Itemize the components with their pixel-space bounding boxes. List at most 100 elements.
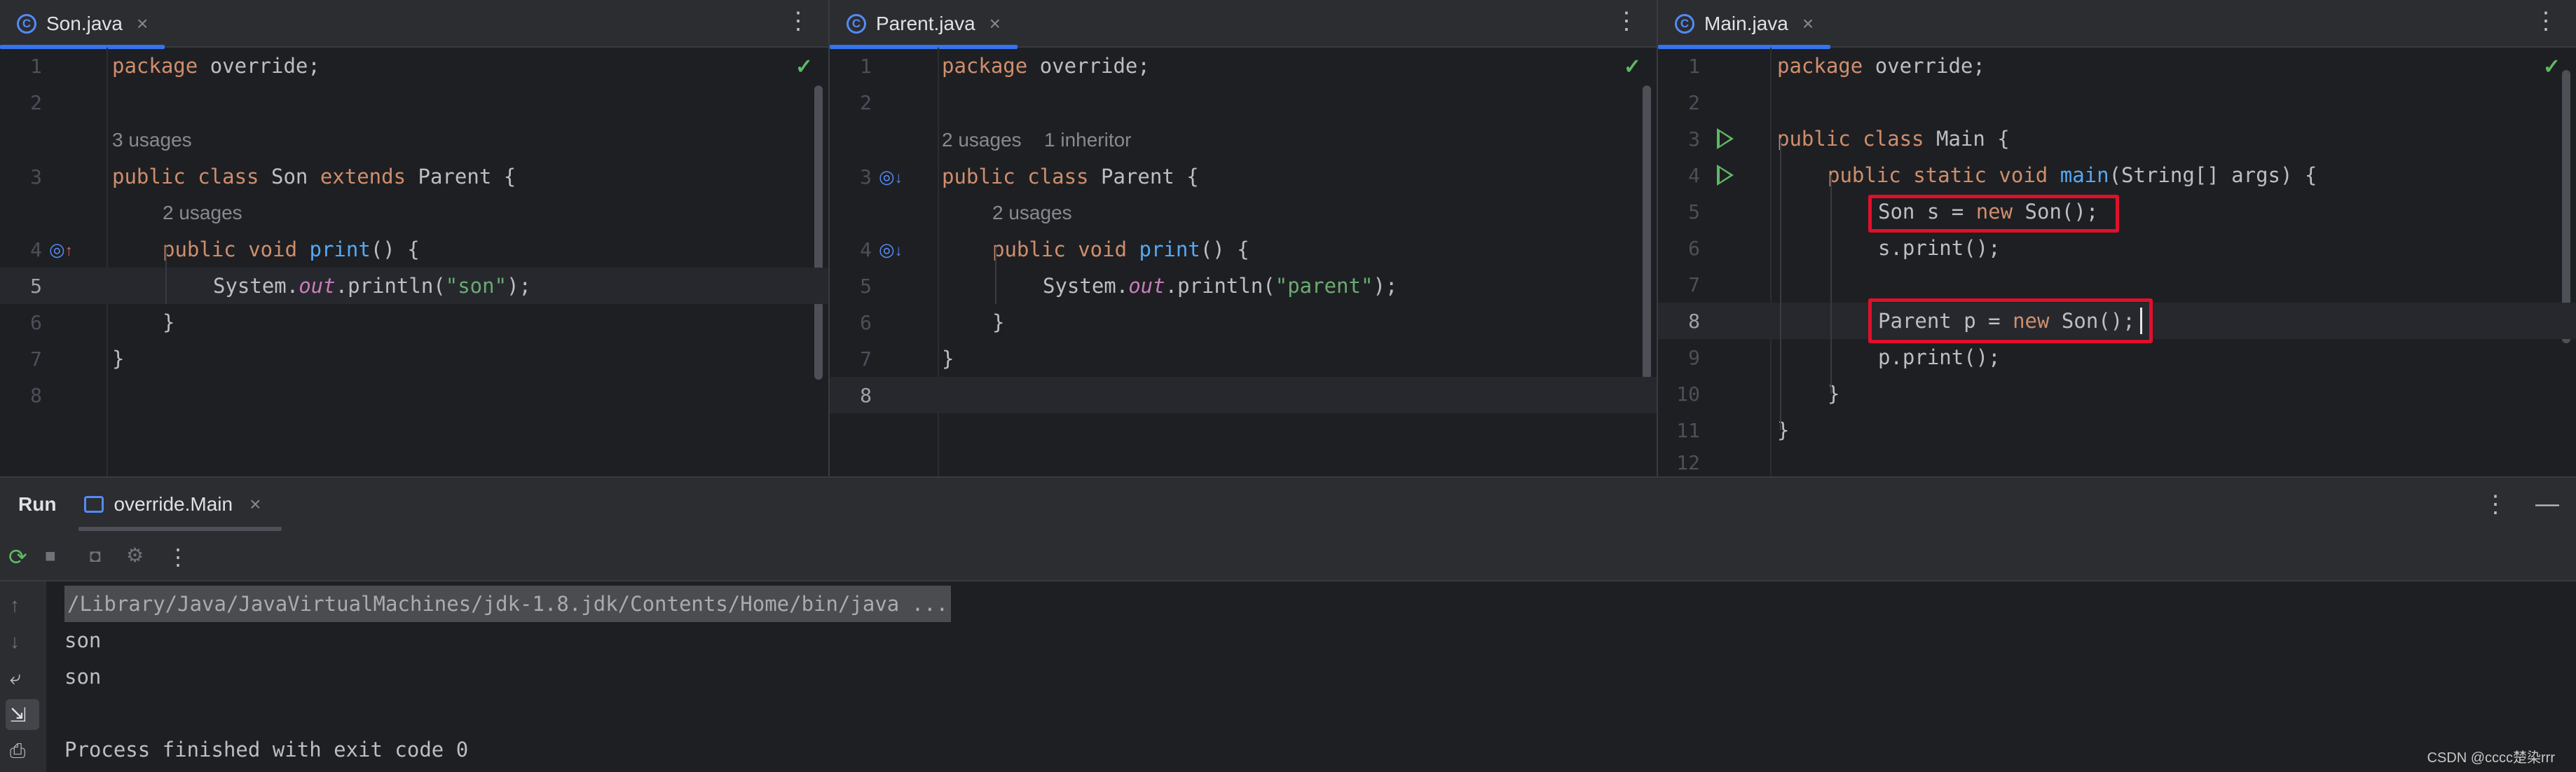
usages-hint[interactable]: 2 usages bbox=[163, 202, 242, 224]
code-line: 3 ◎↓ public class Parent { bbox=[830, 158, 1657, 195]
indent-guide bbox=[165, 247, 167, 304]
code-text: System.out.println("parent"); bbox=[1043, 274, 1398, 298]
line-number: 3 bbox=[30, 165, 42, 188]
watermark: CSDN @cccc楚染rrr bbox=[2427, 750, 2555, 766]
stop-icon[interactable]: ■ bbox=[45, 545, 56, 567]
code-line-current: 8 bbox=[830, 377, 1657, 413]
code-line: 7 } bbox=[0, 340, 828, 377]
console-command-line[interactable]: /Library/Java/JavaVirtualMachines/jdk-1.… bbox=[64, 586, 952, 622]
class-icon: C bbox=[847, 14, 866, 34]
code-line: 10 } bbox=[1658, 375, 2576, 412]
code-line: 3 public class Main { bbox=[1658, 120, 2576, 157]
code-line: 4 public static void main(String[] args)… bbox=[1658, 157, 2576, 193]
code-line: 8 bbox=[0, 377, 828, 413]
line-number: 8 bbox=[860, 383, 872, 407]
code-text: } bbox=[112, 347, 125, 371]
line-number: 5 bbox=[30, 274, 42, 298]
run-title[interactable]: Run bbox=[18, 493, 56, 516]
code-editor[interactable]: 1 package override; 2 3 usages 3 public … bbox=[0, 48, 828, 476]
run-class-icon[interactable] bbox=[1717, 128, 1734, 149]
line-number: 3 bbox=[860, 165, 872, 188]
code-line: 1 package override; bbox=[1658, 48, 2576, 84]
text-caret bbox=[2140, 308, 2142, 334]
line-number: 7 bbox=[30, 347, 42, 371]
run-toolbar: ⟳ ■ ◘ ⚙ ⋮ bbox=[0, 531, 2576, 581]
tab-main-java[interactable]: C Main.java × bbox=[1658, 0, 1831, 49]
code-line: 7 } bbox=[830, 340, 1657, 377]
run-main-icon[interactable] bbox=[1717, 165, 1734, 186]
more-options-icon[interactable]: ⋮ bbox=[167, 544, 189, 570]
indent-guide bbox=[1830, 175, 1832, 394]
more-options-icon[interactable]: ⋮ bbox=[2483, 490, 2507, 518]
code-text: } bbox=[992, 310, 1005, 334]
code-text: public class Parent { bbox=[942, 165, 1199, 188]
code-text: s.print(); bbox=[1878, 236, 2001, 260]
console-icon bbox=[84, 496, 104, 513]
line-number: 6 bbox=[30, 310, 42, 334]
code-text: } bbox=[1828, 382, 1840, 406]
down-arrow-icon[interactable]: ↓ bbox=[10, 630, 20, 653]
code-text: public void print() { bbox=[992, 237, 1249, 261]
line-number: 4 bbox=[30, 237, 42, 261]
highlight-box bbox=[1868, 195, 2119, 233]
code-line: 6 } bbox=[0, 304, 828, 340]
line-number: 4 bbox=[1688, 163, 1700, 187]
line-number: 10 bbox=[1676, 382, 1700, 406]
tab-son-java[interactable]: C Son.java × bbox=[0, 0, 165, 49]
close-icon[interactable]: × bbox=[249, 493, 261, 516]
overridden-in-icon[interactable]: ◎↓ bbox=[879, 239, 903, 261]
console-line: son bbox=[64, 665, 102, 689]
tab-label: Parent.java bbox=[876, 13, 975, 34]
close-icon[interactable]: × bbox=[137, 13, 148, 35]
code-editor[interactable]: 1 package override; 2 2 usages 1 inherit… bbox=[830, 48, 1657, 476]
code-editor[interactable]: 1 package override; 2 3 public class Mai… bbox=[1658, 48, 2576, 476]
line-number: 5 bbox=[860, 274, 872, 298]
editor-pane-main[interactable]: C Main.java × ⋮ ✓ 1 package override; 2 … bbox=[1658, 0, 2576, 476]
soft-wrap-icon[interactable]: ⤶ bbox=[10, 667, 21, 690]
editor-pane-son[interactable]: C Son.java × ⋮ ✓ 1 package override; 2 3… bbox=[0, 0, 830, 476]
tab-label: Main.java bbox=[1704, 13, 1788, 34]
scroll-to-end-icon[interactable]: ⇲ bbox=[10, 703, 26, 726]
code-text: System.out.println("son"); bbox=[213, 274, 531, 298]
implemented-in-icon[interactable]: ◎↓ bbox=[879, 166, 903, 188]
line-number: 5 bbox=[1688, 200, 1700, 223]
usages-hint[interactable]: 2 usages bbox=[942, 129, 1022, 151]
line-number: 8 bbox=[30, 383, 42, 407]
settings-icon[interactable]: ⚙ bbox=[126, 544, 144, 567]
line-number: 11 bbox=[1676, 418, 1700, 442]
inheritor-hint[interactable]: 1 inheritor bbox=[1044, 129, 1132, 151]
usages-hint[interactable]: 2 usages bbox=[992, 202, 1072, 224]
line-number: 1 bbox=[1688, 54, 1700, 78]
line-number: 6 bbox=[1688, 236, 1700, 260]
up-arrow-icon[interactable]: ↑ bbox=[10, 594, 20, 616]
more-options-icon[interactable]: ⋮ bbox=[786, 7, 810, 35]
tab-parent-java[interactable]: C Parent.java × bbox=[830, 0, 1018, 49]
editor-pane-parent[interactable]: C Parent.java × ⋮ ✓ 1 package override; … bbox=[830, 0, 1658, 476]
code-line: 2 bbox=[1658, 84, 2576, 120]
rerun-icon[interactable]: ⟳ bbox=[8, 544, 27, 570]
more-options-icon[interactable]: ⋮ bbox=[2534, 7, 2558, 35]
console-line: Process finished with exit code 0 bbox=[64, 738, 469, 761]
console-output[interactable]: /Library/Java/JavaVirtualMachines/jdk-1.… bbox=[64, 581, 2576, 772]
indent-guide bbox=[995, 247, 996, 304]
console-line: son bbox=[64, 628, 102, 652]
close-icon[interactable]: × bbox=[1802, 13, 1814, 35]
overrides-method-icon[interactable]: ◎↑ bbox=[49, 239, 73, 261]
code-line: 3 public class Son extends Parent { bbox=[0, 158, 828, 195]
print-icon[interactable]: ⎙ bbox=[10, 740, 25, 763]
code-line: 4 ◎↓ public void print() { bbox=[830, 231, 1657, 268]
minimize-icon[interactable]: — bbox=[2535, 490, 2559, 518]
editor-tabbar: C Son.java × bbox=[0, 0, 828, 49]
close-icon[interactable]: × bbox=[989, 13, 1001, 35]
code-line: 7 bbox=[1658, 266, 2576, 303]
more-options-icon[interactable]: ⋮ bbox=[1615, 7, 1638, 35]
code-line: 1 package override; bbox=[830, 48, 1657, 84]
run-config-tab[interactable]: override.Main × bbox=[78, 478, 282, 531]
code-line: 12 bbox=[1658, 448, 2576, 476]
camera-icon[interactable]: ◘ bbox=[90, 545, 101, 567]
line-number: 6 bbox=[860, 310, 872, 334]
usages-hint[interactable]: 3 usages bbox=[112, 129, 192, 151]
class-icon: C bbox=[17, 14, 36, 34]
code-text: public void print() { bbox=[163, 237, 420, 261]
code-text: package override; bbox=[942, 54, 1150, 78]
